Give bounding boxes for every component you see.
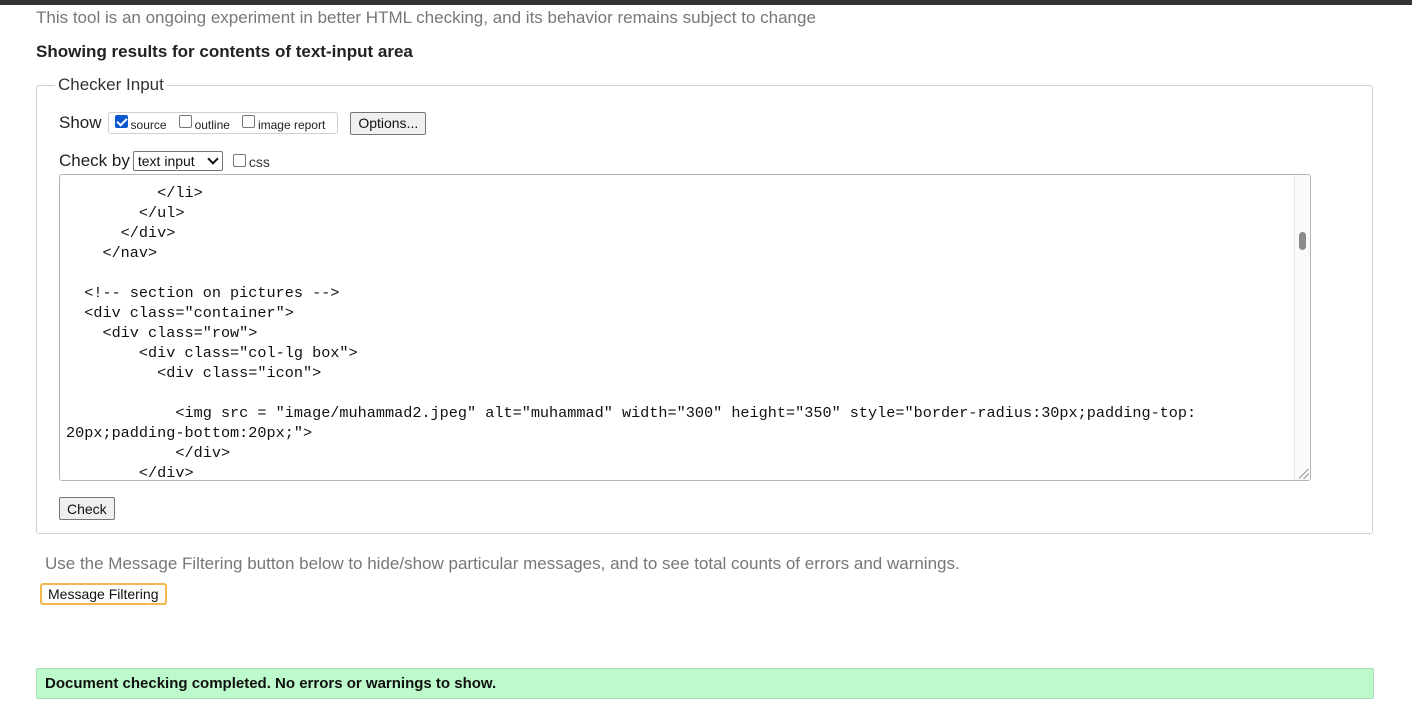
source-checkbox-label[interactable]: source bbox=[131, 118, 167, 132]
check-button[interactable]: Check bbox=[59, 497, 115, 520]
results-heading: Showing results for contents of text-inp… bbox=[36, 42, 413, 61]
chevron-down-icon bbox=[207, 153, 219, 165]
css-checkbox[interactable] bbox=[232, 153, 246, 167]
resize-handle-icon[interactable] bbox=[1299, 469, 1309, 479]
source-textarea[interactable]: </li> </ul> </div> </nav> <!-- section o… bbox=[59, 174, 1311, 481]
textarea-scrollbar[interactable] bbox=[1294, 175, 1310, 480]
check-by-label: Check by bbox=[59, 151, 130, 170]
image-report-checkbox-label[interactable]: image report bbox=[258, 118, 325, 132]
check-by-row: Check by text input css bbox=[59, 150, 270, 172]
message-filtering-help: Use the Message Filtering button below t… bbox=[45, 554, 960, 573]
checker-input-legend: Checker Input bbox=[55, 75, 167, 95]
outline-checkbox[interactable] bbox=[178, 114, 192, 128]
source-checkbox[interactable] bbox=[114, 114, 128, 128]
options-button[interactable]: Options... bbox=[350, 111, 427, 135]
outline-checkbox-label[interactable]: outline bbox=[195, 118, 230, 132]
experiment-notice: This tool is an ongoing experiment in be… bbox=[36, 8, 816, 27]
image-report-checkbox[interactable] bbox=[241, 114, 255, 128]
show-options-group: source outline image report bbox=[107, 112, 339, 134]
show-options-row: Show source outline image report Options… bbox=[59, 111, 427, 135]
show-label: Show bbox=[59, 113, 102, 132]
check-by-selected-value: text input bbox=[137, 153, 195, 169]
top-bar bbox=[0, 0, 1412, 5]
source-code-content[interactable]: </li> </ul> </div> </nav> <!-- section o… bbox=[66, 175, 1196, 480]
css-checkbox-label[interactable]: css bbox=[249, 154, 270, 170]
message-filtering-button[interactable]: Message Filtering bbox=[40, 583, 167, 605]
success-message: Document checking completed. No errors o… bbox=[36, 668, 1374, 699]
check-by-select[interactable]: text input bbox=[132, 151, 223, 171]
textarea-scrollbar-thumb[interactable] bbox=[1299, 232, 1306, 250]
